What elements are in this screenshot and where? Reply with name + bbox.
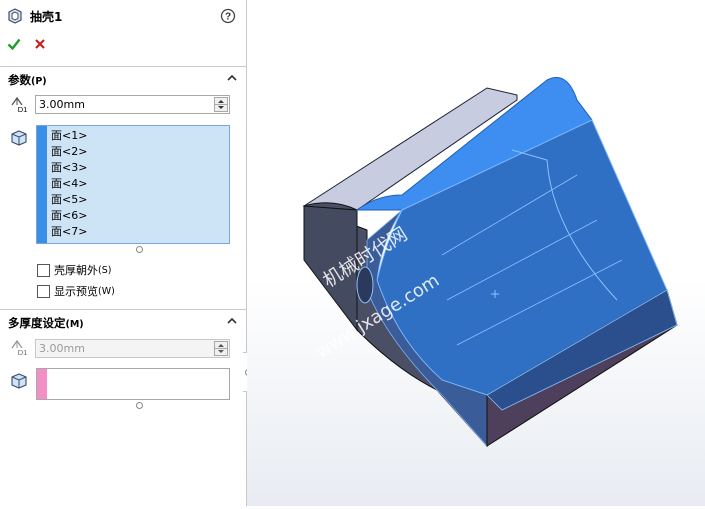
multi-thickness-faces-list[interactable] — [36, 368, 230, 400]
multi-thickness-key: (M) — [65, 319, 84, 330]
list-item[interactable]: 面<2> — [51, 144, 87, 160]
multi-thickness-faces-icon — [10, 372, 28, 393]
faces-to-remove-icon — [10, 129, 28, 150]
shell-outward-checkbox[interactable]: 壳厚朝外 (S) — [37, 262, 111, 278]
property-manager-panel: 抽壳1 ? 参数(P) D1 3.00mm 面<1> 面<2> 面<3> 面<4… — [0, 0, 247, 506]
collapse-chevron-icon[interactable] — [226, 72, 238, 84]
list-item[interactable]: 面<5> — [51, 192, 87, 208]
feature-title-row: 抽壳1 — [6, 7, 62, 25]
show-preview-checkbox[interactable]: 显示预览 (W) — [37, 283, 115, 299]
shell-outward-key: (S) — [98, 264, 112, 276]
ok-checkmark-icon[interactable] — [7, 37, 21, 54]
parameters-title: 参数 — [8, 73, 31, 87]
show-preview-key: (W) — [98, 285, 115, 297]
list-resize-handle[interactable] — [136, 402, 143, 409]
shell-model-view — [302, 77, 678, 448]
svg-text:D1: D1 — [18, 348, 28, 357]
parameters-key: (P) — [31, 76, 47, 87]
show-preview-label: 显示预览 — [54, 285, 98, 298]
faces-color-bar — [37, 126, 47, 243]
thickness-input[interactable]: 3.00mm — [35, 95, 230, 114]
list-item[interactable]: 面<4> — [51, 176, 87, 192]
faces-to-remove-list[interactable]: 面<1> 面<2> 面<3> 面<4> 面<5> 面<6> 面<7> — [36, 125, 230, 244]
parameters-section-header[interactable]: 参数(P) — [0, 66, 246, 91]
multi-thickness-section-header[interactable]: 多厚度设定(M) — [0, 309, 246, 334]
checkbox-box[interactable] — [37, 284, 50, 298]
shell-feature-icon — [6, 7, 24, 25]
shell-outward-label: 壳厚朝外 — [54, 264, 98, 277]
list-item[interactable]: 面<1> — [51, 128, 87, 144]
thickness-spinner[interactable] — [214, 97, 228, 112]
list-item[interactable]: 面<7> — [51, 224, 87, 240]
list-resize-handle[interactable] — [136, 246, 143, 253]
thickness-value: 3.00mm — [39, 98, 85, 111]
thickness-d1-icon: D1 — [10, 96, 30, 117]
multi-faces-color-bar — [37, 369, 47, 399]
multi-thickness-value: 3.00mm — [39, 342, 85, 355]
list-item[interactable]: 面<6> — [51, 208, 87, 224]
collapse-chevron-icon[interactable] — [226, 315, 238, 327]
list-item[interactable]: 面<3> — [51, 160, 87, 176]
feature-title: 抽壳1 — [30, 9, 63, 24]
multi-thickness-input[interactable]: 3.00mm — [35, 339, 230, 358]
checkbox-box[interactable] — [37, 263, 50, 277]
multi-thickness-title: 多厚度设定 — [8, 316, 66, 330]
multi-thickness-d1-icon: D1 — [10, 339, 30, 360]
multi-thickness-spinner[interactable] — [214, 341, 228, 356]
graphics-viewport[interactable]: 机械时代网 www.jxage.com — [247, 0, 705, 506]
svg-text:?: ? — [225, 12, 231, 23]
cancel-x-icon[interactable] — [34, 38, 46, 53]
svg-text:D1: D1 — [18, 105, 28, 114]
help-icon[interactable]: ? — [220, 8, 236, 27]
